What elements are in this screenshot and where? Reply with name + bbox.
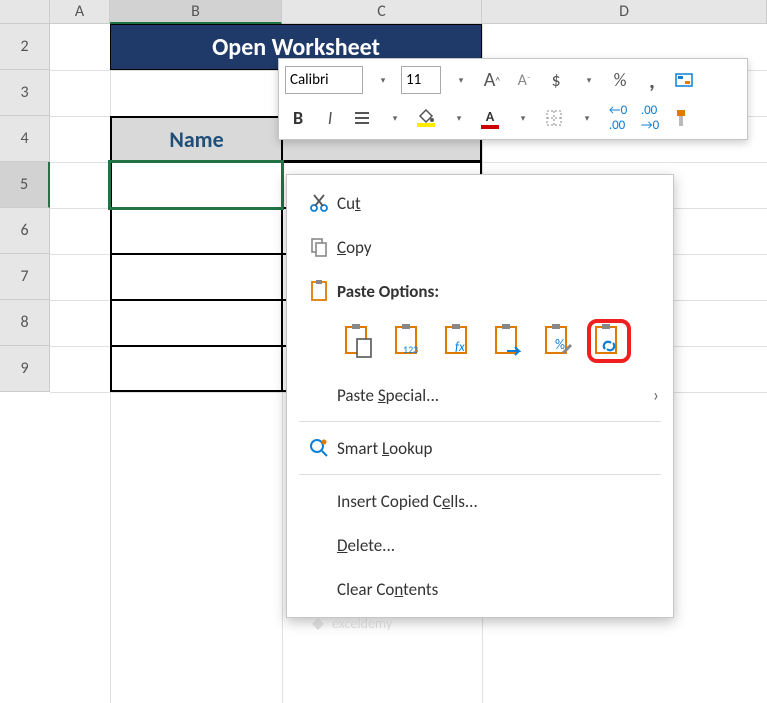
menu-separator-2: [299, 474, 661, 475]
delete-label: Delete...: [337, 535, 659, 556]
cell-b8[interactable]: [110, 300, 282, 346]
row-headers: 2 3 4 5 6 7 8 9: [0, 24, 50, 392]
accounting-format-button[interactable]: $: [543, 66, 569, 94]
menu-delete[interactable]: Delete...: [287, 523, 673, 567]
menu-copy-label: Copy: [337, 237, 659, 258]
paste-option-link[interactable]: [587, 319, 631, 363]
mini-toolbar: ▾ ▾ A^ Aˇ $ ▾ % , B I ▾ ▾ A ▾ ▾ ←0.: [278, 58, 748, 140]
align-dropdown[interactable]: ▾: [381, 104, 407, 132]
paste-options-label: Paste Options:: [337, 281, 659, 302]
fill-color-icon[interactable]: [413, 104, 439, 132]
paste-options-row: 123 fx %: [287, 313, 673, 373]
menu-insert-copied[interactable]: Insert Copied Cells...: [287, 479, 673, 523]
cut-icon: [301, 192, 337, 214]
context-menu: Cut Copy Paste Options: 123 fx %: [286, 174, 674, 618]
row-header-5[interactable]: 5: [0, 162, 50, 208]
decrease-decimal-icon[interactable]: .00→0: [637, 104, 663, 132]
menu-paste-special[interactable]: Paste Special... ›: [287, 373, 673, 417]
font-color-dropdown[interactable]: ▾: [509, 104, 535, 132]
select-all-corner[interactable]: [0, 0, 50, 24]
insert-copied-label: Insert Copied Cells...: [337, 491, 659, 512]
font-size-input[interactable]: [401, 66, 441, 94]
smart-lookup-icon: [301, 437, 337, 459]
col-header-b[interactable]: B: [110, 0, 282, 24]
col-header-a[interactable]: A: [50, 0, 110, 24]
menu-cut-label: Cut: [337, 193, 659, 214]
paste-option-formatting[interactable]: %: [537, 319, 581, 363]
font-name-dropdown[interactable]: ▾: [369, 66, 395, 94]
percent-format-button[interactable]: %: [607, 66, 633, 94]
cell-b9[interactable]: [110, 346, 282, 392]
font-name-input[interactable]: [285, 66, 363, 94]
paste-option-paste[interactable]: [337, 319, 381, 363]
cell-b6[interactable]: [110, 208, 282, 254]
row-header-4[interactable]: 4: [0, 116, 50, 162]
bold-button[interactable]: B: [285, 104, 311, 132]
conditional-format-icon[interactable]: [671, 66, 697, 94]
row-header-2[interactable]: 2: [0, 24, 50, 70]
menu-clear-contents[interactable]: Clear Contents: [287, 567, 673, 611]
menu-paste-options-header: Paste Options:: [287, 269, 673, 313]
col-header-d[interactable]: D: [482, 0, 767, 24]
borders-icon[interactable]: [541, 104, 567, 132]
watermark: exceldemy: [310, 615, 392, 632]
align-icon[interactable]: [349, 104, 375, 132]
borders-dropdown[interactable]: ▾: [573, 104, 599, 132]
increase-font-icon[interactable]: A^: [479, 66, 505, 94]
paste-option-formulas[interactable]: fx: [437, 319, 481, 363]
menu-smart-lookup[interactable]: Smart Lookup: [287, 426, 673, 470]
row-header-7[interactable]: 7: [0, 254, 50, 300]
submenu-arrow-icon: ›: [653, 384, 659, 406]
fill-color-dropdown[interactable]: ▾: [445, 104, 471, 132]
cell-b5[interactable]: [110, 162, 282, 208]
paste-option-values[interactable]: 123: [387, 319, 431, 363]
format-painter-icon[interactable]: [669, 104, 695, 132]
comma-format-button[interactable]: ,: [639, 66, 665, 94]
increase-decimal-icon[interactable]: ←0.00: [605, 104, 631, 132]
smart-lookup-label: Smart Lookup: [337, 438, 659, 459]
clear-contents-label: Clear Contents: [337, 579, 659, 600]
menu-cut[interactable]: Cut: [287, 181, 673, 225]
cell-b7[interactable]: [110, 254, 282, 300]
svg-text:123: 123: [403, 343, 418, 356]
paste-special-label: Paste Special...: [301, 385, 653, 406]
menu-copy[interactable]: Copy: [287, 225, 673, 269]
decrease-font-icon[interactable]: Aˇ: [511, 66, 537, 94]
table-header-name[interactable]: Name: [110, 116, 282, 162]
italic-button[interactable]: I: [317, 104, 343, 132]
svg-text:fx: fx: [455, 340, 465, 355]
paste-icon: [301, 279, 337, 303]
font-size-dropdown[interactable]: ▾: [447, 66, 473, 94]
copy-icon: [301, 236, 337, 258]
col-header-c[interactable]: C: [282, 0, 482, 24]
accounting-dropdown[interactable]: ▾: [575, 66, 601, 94]
row-header-9[interactable]: 9: [0, 346, 50, 392]
paste-option-transpose[interactable]: [487, 319, 531, 363]
menu-separator-1: [299, 421, 661, 422]
font-color-icon[interactable]: A: [477, 104, 503, 132]
row-header-6[interactable]: 6: [0, 208, 50, 254]
column-headers: A B C D: [0, 0, 767, 24]
row-header-8[interactable]: 8: [0, 300, 50, 346]
row-header-3[interactable]: 3: [0, 70, 50, 116]
